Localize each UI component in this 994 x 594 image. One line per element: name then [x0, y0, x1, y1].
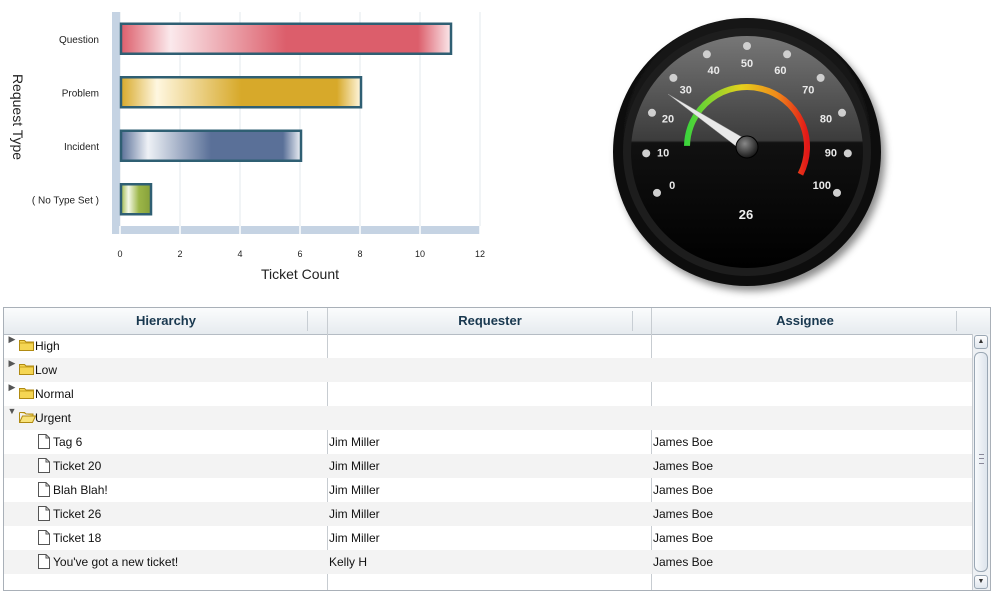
gauge-label-70: 70: [802, 84, 814, 96]
document-icon: [38, 506, 50, 524]
tree-node-label: You've got a new ticket!: [53, 555, 179, 569]
tree-node-label: Blah Blah!: [53, 483, 108, 497]
tree-folder-row[interactable]: ▼ Urgent: [4, 406, 975, 430]
gauge-major-dot: [647, 108, 656, 117]
requester-cell: Jim Miller: [329, 483, 380, 497]
gauge-label-20: 20: [662, 114, 674, 126]
column-header-hierarchy[interactable]: Hierarchy: [4, 308, 328, 334]
gauge-label-30: 30: [680, 84, 692, 96]
tree-folder-row[interactable]: ▶ Normal: [4, 382, 975, 406]
column-header-assignee[interactable]: Assignee: [652, 308, 958, 334]
gauge-major-dot: [783, 50, 792, 59]
expand-arrow-icon[interactable]: ▶: [7, 334, 17, 345]
grid-header: Hierarchy Requester Assignee: [4, 308, 990, 335]
vertical-scrollbar[interactable]: ▲ ▼: [972, 334, 990, 590]
tree-folder-row[interactable]: ▶ High: [4, 334, 975, 358]
gauge-label-50: 50: [741, 58, 753, 70]
requester-cell: Jim Miller: [329, 435, 380, 449]
requester-cell: Kelly H: [329, 555, 368, 569]
requester-cell: Jim Miller: [329, 459, 380, 473]
tree-node-label: Tag 6: [53, 435, 83, 449]
gauge-major-dot: [838, 108, 847, 117]
tree-item-row[interactable]: Ticket 20 Jim Miller James Boe: [4, 454, 975, 478]
gauge-major-dot: [843, 149, 852, 158]
tree-item-row[interactable]: Blah Blah! Jim Miller James Boe: [4, 478, 975, 502]
gauge-label-0: 0: [669, 180, 675, 192]
tree-node-label: Ticket 26: [53, 507, 102, 521]
assignee-cell: James Boe: [653, 555, 714, 569]
tree-node-label: Low: [35, 363, 58, 377]
gauge-label-100: 100: [813, 180, 831, 192]
document-icon: [38, 434, 50, 452]
gauge-label-80: 80: [820, 114, 832, 126]
assignee-cell: James Boe: [653, 507, 714, 521]
expand-arrow-icon[interactable]: ▶: [7, 358, 17, 369]
gauge-major-dot: [743, 42, 751, 50]
gauge-label-40: 40: [708, 65, 720, 77]
folder-icon: [19, 363, 34, 378]
gauge-major-dot: [642, 149, 651, 158]
requester-cell: Jim Miller: [329, 531, 380, 545]
open-folder-icon: [18, 411, 37, 426]
tree-node-label: Ticket 18: [53, 531, 102, 545]
gauge-value-readout: 26: [739, 207, 753, 222]
tree-node-label: Ticket 20: [53, 459, 102, 473]
gauge-label-60: 60: [774, 65, 786, 77]
assignee-cell: James Boe: [653, 531, 714, 545]
gauge-major-dot: [702, 50, 711, 59]
column-header-requester[interactable]: Requester: [328, 308, 652, 334]
gauge-major-dot: [653, 188, 662, 197]
tree-item-row[interactable]: Tag 6 Jim Miller James Boe: [4, 430, 975, 454]
gauge-label-90: 90: [825, 147, 837, 159]
assignee-cell: James Boe: [653, 483, 714, 497]
assignee-cell: James Boe: [653, 435, 714, 449]
tree-item-row[interactable]: You've got a new ticket! Kelly H James Boe: [4, 550, 975, 574]
document-icon: [38, 458, 50, 476]
assignee-cell: James Boe: [653, 459, 714, 473]
scroll-thumb[interactable]: [974, 352, 988, 572]
document-icon: [38, 554, 50, 572]
document-icon: [38, 482, 50, 500]
gauge-major-dot: [832, 188, 841, 197]
document-icon: [38, 530, 50, 548]
tree-item-row[interactable]: Ticket 26 Jim Miller James Boe: [4, 502, 975, 526]
expand-arrow-icon[interactable]: ▶: [7, 382, 17, 393]
gauge-major-dot: [669, 73, 678, 82]
scroll-up-button[interactable]: ▲: [974, 335, 988, 349]
requester-cell: Jim Miller: [329, 507, 380, 521]
tree-folder-row[interactable]: ▶ Low: [4, 358, 975, 382]
scroll-down-button[interactable]: ▼: [974, 575, 988, 589]
gauge-label-10: 10: [657, 147, 669, 159]
gauge-major-dot: [816, 73, 825, 82]
tree-node-label: Normal: [35, 387, 74, 401]
collapse-arrow-icon[interactable]: ▼: [7, 406, 17, 416]
tree-node-label: Urgent: [35, 411, 72, 425]
tree-node-label: High: [35, 339, 60, 353]
tree-item-row[interactable]: Ticket 18 Jim Miller James Boe: [4, 526, 975, 550]
speedometer-gauge: 0 10 20 30 40 50 60 70 80 90 100 26: [613, 18, 881, 286]
folder-icon: [19, 339, 34, 354]
folder-icon: [19, 387, 34, 402]
ticket-tree-grid: Hierarchy Requester Assignee ▶ High ▶ Low ▶ N…: [3, 307, 991, 591]
